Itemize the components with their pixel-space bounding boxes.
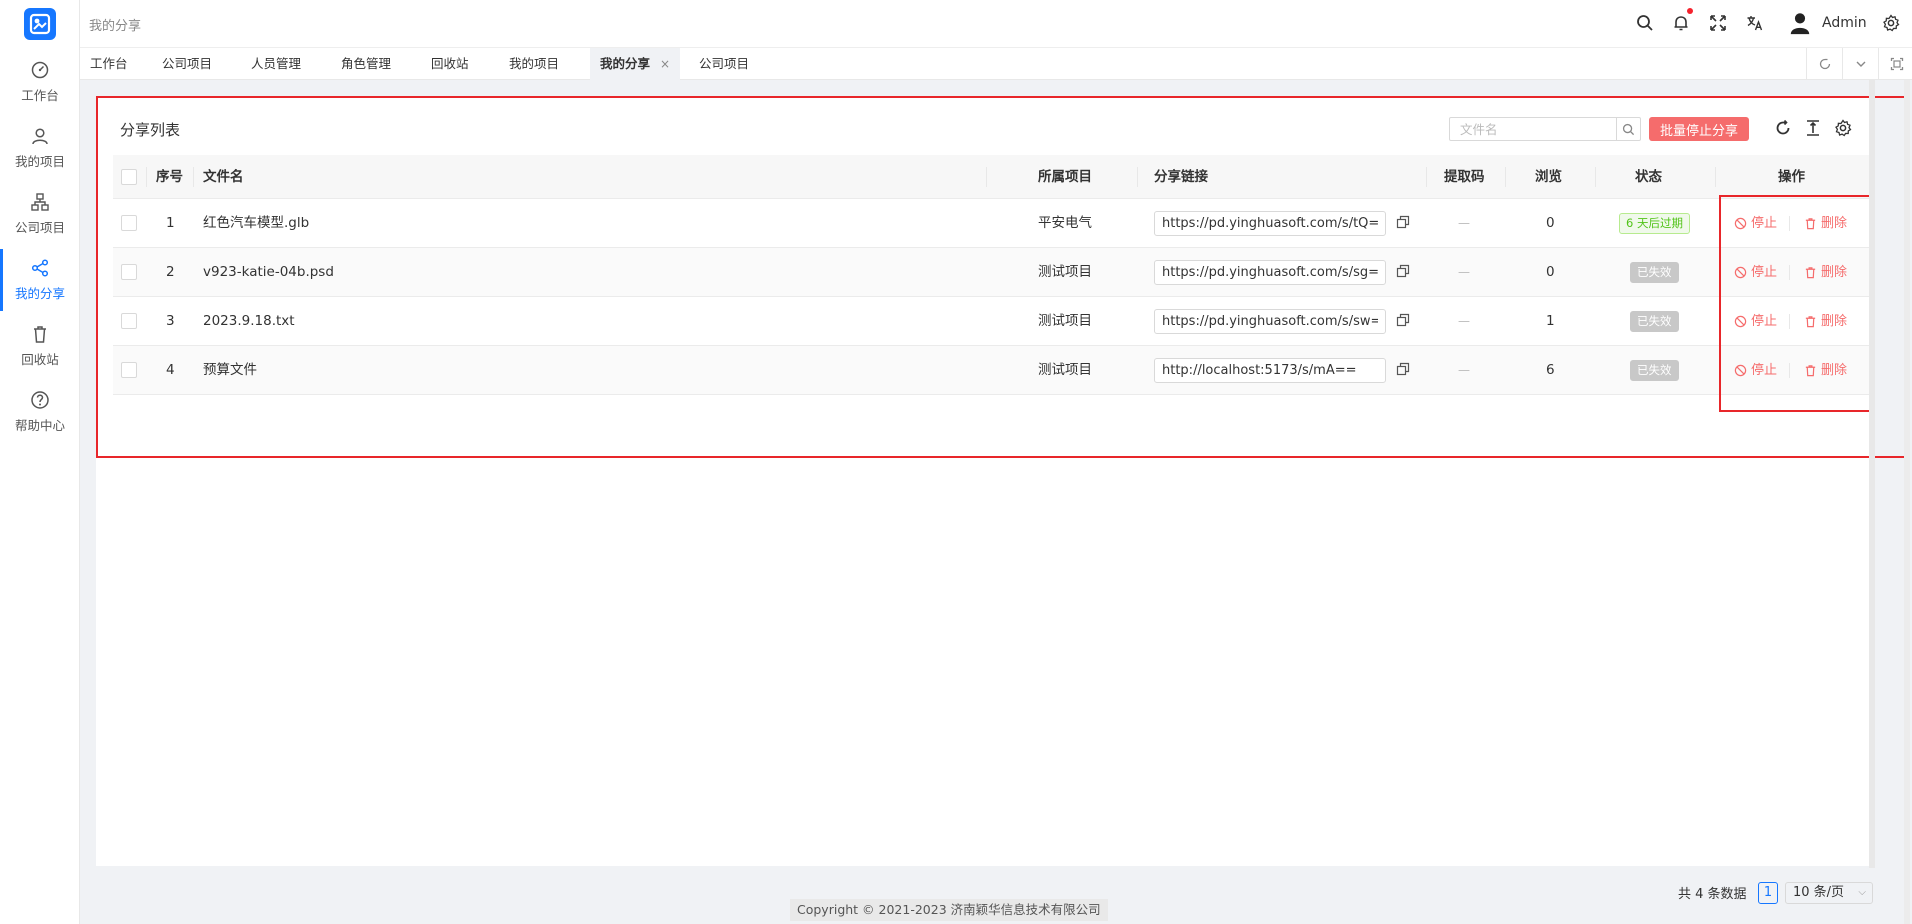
tab-close-icon[interactable]: × [660,57,670,71]
sidebar: 工作台 我的项目 公司项目 我的分享 回收站 帮助中心 [0,0,80,924]
copyright-text: Copyright © 2021-2023 济南颖华信息技术有限公司 [790,899,1108,921]
tab-company-projects[interactable]: 公司项目 [152,48,222,80]
tab-label: 公司项目 [162,56,213,71]
sidebar-item-label: 工作台 [21,88,59,103]
translate-icon[interactable] [1744,12,1766,34]
top-header: 我的分享 Admin [80,0,1912,48]
chevron-down-icon: ⌵ [1858,887,1866,898]
tab-company-projects-2[interactable]: 公司项目 [689,48,759,80]
sidebar-item-label: 公司项目 [14,220,65,235]
org-icon [31,193,49,211]
page-scrollbar[interactable] [1904,80,1910,924]
tab-label: 人员管理 [251,56,302,71]
sidebar-item-company-projects[interactable]: 公司项目 [0,183,80,245]
highlight-box-actions [1719,195,1872,412]
fullscreen-icon[interactable] [1707,12,1729,34]
tab-label: 回收站 [431,56,469,71]
tab-label: 公司项目 [699,56,750,71]
sidebar-item-help-center[interactable]: 帮助中心 [0,381,80,443]
help-icon [31,391,49,409]
trash-icon [34,326,46,343]
search-icon[interactable] [1634,12,1656,34]
pagination-total: 共 4 条数据 [1678,887,1747,902]
avatar[interactable] [1787,10,1813,36]
app-logo[interactable] [24,8,56,40]
page-size-value: 10 条/页 [1793,885,1845,900]
gear-icon[interactable] [1880,12,1902,34]
bell-icon[interactable] [1670,8,1693,34]
notification-dot [1687,8,1693,14]
highlight-box-table [96,96,1908,458]
pagination-page-1[interactable]: 1 [1758,882,1778,904]
sidebar-item-my-shares[interactable]: 我的分享 [0,249,80,311]
sidebar-item-label: 回收站 [21,352,59,367]
dashboard-icon [31,61,49,79]
tab-recycle-bin[interactable]: 回收站 [421,48,479,80]
page-size-select[interactable]: 10 条/页 ⌵ [1785,882,1873,904]
sidebar-item-recycle-bin[interactable]: 回收站 [0,315,80,377]
chevron-down-icon[interactable] [1842,48,1878,80]
user-icon [32,128,48,145]
maximize-icon[interactable] [1878,48,1912,80]
breadcrumb: 我的分享 [89,19,142,34]
sidebar-item-label: 我的项目 [14,154,65,169]
tab-roles[interactable]: 角色管理 [331,48,401,80]
user-name[interactable]: Admin [1822,15,1867,31]
share-icon [31,259,49,277]
tab-label: 工作台 [90,56,128,71]
sidebar-item-workbench[interactable]: 工作台 [0,51,80,113]
sidebar-item-my-projects[interactable]: 我的项目 [0,117,80,179]
tab-label: 我的分享 [600,56,651,71]
tab-my-projects[interactable]: 我的项目 [499,48,569,80]
sidebar-item-label: 帮助中心 [14,418,65,433]
sidebar-item-label: 我的分享 [14,286,65,301]
content-scrollbar[interactable] [1869,80,1875,868]
tab-workbench[interactable]: 工作台 [80,48,138,80]
refresh-tab-icon[interactable] [1806,48,1842,80]
tab-my-shares[interactable]: 我的分享 × [590,48,681,80]
tab-label: 我的项目 [509,56,560,71]
tab-label: 角色管理 [341,56,392,71]
tab-bar: 工作台 公司项目 人员管理 角色管理 回收站 我的项目 我的分享 × 公司项目 [80,48,1912,80]
tab-personnel[interactable]: 人员管理 [241,48,311,80]
